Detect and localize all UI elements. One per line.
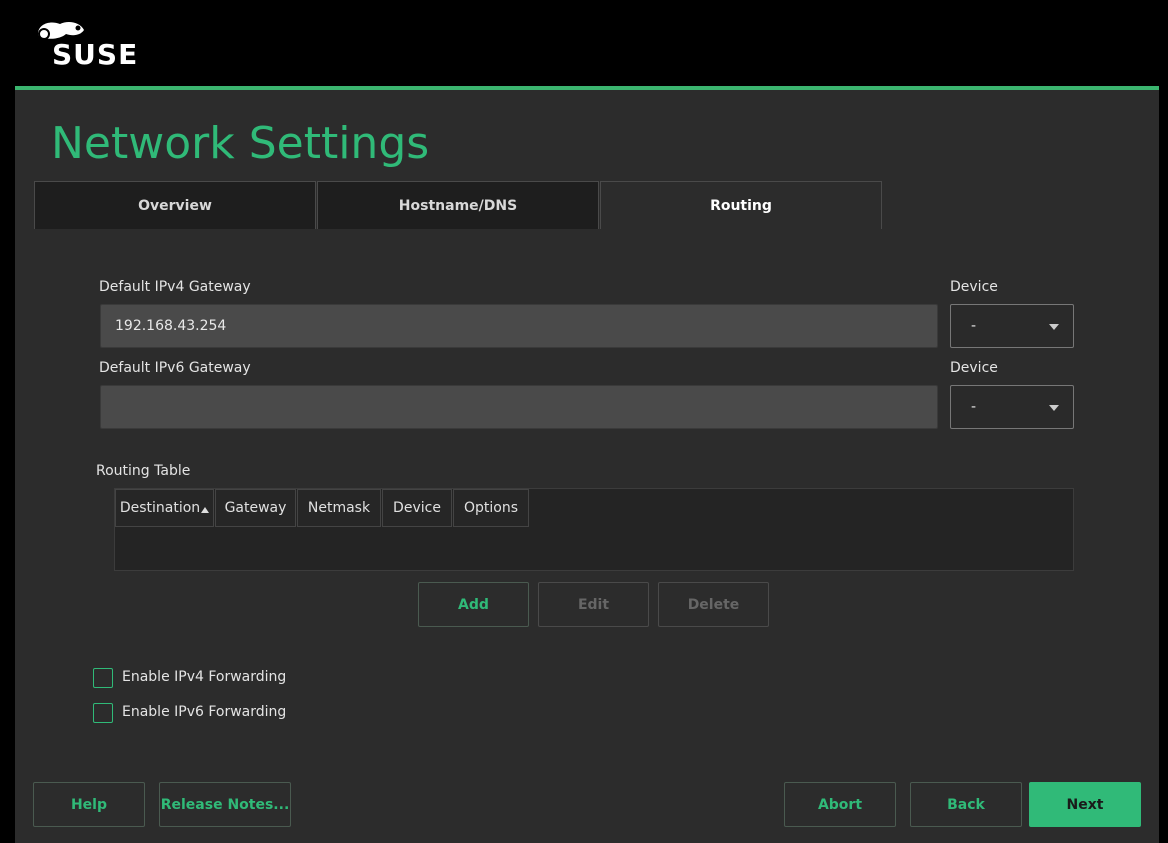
ipv4-gateway-input[interactable]: 192.168.43.254 [100, 304, 938, 348]
help-label: Help [70, 796, 108, 813]
tab-routing[interactable]: Routing [600, 181, 882, 229]
delete-route-label: Delete [687, 596, 740, 613]
ipv4-device-value: - [971, 318, 977, 334]
add-route-label: Add [458, 596, 489, 613]
tab-routing-label: Routing [710, 197, 772, 214]
routing-table-label: Routing Table [96, 463, 191, 479]
sort-ascending-icon [201, 507, 210, 513]
abort-button[interactable]: Abort [784, 782, 896, 827]
column-device-label: Device [393, 500, 441, 516]
help-button[interactable]: Help [33, 782, 145, 827]
abort-label: Abort [817, 796, 863, 813]
chevron-down-icon [1049, 405, 1059, 411]
suse-logo: SUSE [34, 14, 144, 71]
page-title: Network Settings [51, 118, 430, 169]
ipv4-gateway-value: 192.168.43.254 [115, 318, 227, 334]
ipv6-device-select[interactable]: - [950, 385, 1074, 429]
brand-name: SUSE [52, 38, 139, 71]
edit-route-button[interactable]: Edit [538, 582, 649, 627]
column-header-device[interactable]: Device [382, 489, 452, 527]
back-button[interactable]: Back [910, 782, 1022, 827]
release-notes-button[interactable]: Release Notes... [159, 782, 291, 827]
column-gateway-label: Gateway [224, 500, 287, 516]
column-header-netmask[interactable]: Netmask [297, 489, 381, 527]
delete-route-button[interactable]: Delete [658, 582, 769, 627]
release-notes-label: Release Notes... [160, 796, 290, 813]
ipv4-forwarding-label[interactable]: Enable IPv4 Forwarding [122, 669, 286, 685]
column-destination-label: Destination [119, 500, 201, 516]
tab-hostname-dns[interactable]: Hostname/DNS [317, 181, 599, 229]
ipv6-forwarding-checkbox[interactable] [93, 703, 113, 723]
ipv4-device-select[interactable]: - [950, 304, 1074, 348]
ipv6-device-label: Device [950, 360, 998, 376]
tab-hostname-dns-label: Hostname/DNS [398, 197, 518, 214]
edit-route-label: Edit [577, 596, 610, 613]
add-route-button[interactable]: Add [418, 582, 529, 627]
ipv4-device-label: Device [950, 279, 998, 295]
ipv6-gateway-input[interactable] [100, 385, 938, 429]
next-label: Next [1066, 796, 1104, 813]
tab-overview-label: Overview [138, 197, 212, 214]
column-options-label: Options [463, 500, 519, 516]
column-netmask-label: Netmask [307, 500, 371, 516]
column-header-options[interactable]: Options [453, 489, 529, 527]
ipv6-gateway-label: Default IPv6 Gateway [99, 360, 251, 376]
column-header-gateway[interactable]: Gateway [215, 489, 296, 527]
ipv4-forwarding-checkbox[interactable] [93, 668, 113, 688]
ipv4-gateway-label: Default IPv4 Gateway [99, 279, 251, 295]
ipv6-device-value: - [971, 399, 977, 415]
column-header-destination[interactable]: Destination [115, 489, 214, 527]
back-label: Back [947, 796, 985, 813]
chevron-down-icon [1049, 324, 1059, 330]
header-bar: SUSE [0, 0, 1168, 86]
ipv6-forwarding-label[interactable]: Enable IPv6 Forwarding [122, 704, 286, 720]
tab-overview[interactable]: Overview [34, 181, 316, 229]
next-button[interactable]: Next [1029, 782, 1141, 827]
